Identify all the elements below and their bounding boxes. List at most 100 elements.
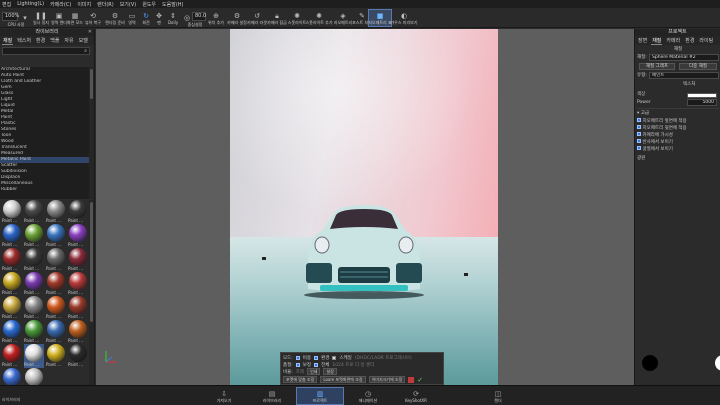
material-thumbnail[interactable]: Paint ... — [24, 272, 44, 296]
pan-button[interactable]: ✥ 팬 — [154, 9, 164, 27]
material-thumbnail[interactable]: Paint ... — [2, 200, 22, 224]
add-spotlight-button[interactable]: ✺ 스폿라이트 추가 — [305, 9, 332, 27]
gauss-preview-button[interactable]: ◐ 가우스 미리보기 — [390, 9, 417, 27]
library-search-input[interactable]: ⌕ — [2, 47, 90, 55]
tab-lighting[interactable]: 라이팅 — [698, 37, 714, 44]
close-icon[interactable]: ✕ — [88, 29, 92, 36]
fit-format-button[interactable]: 포맷에 맞춤 조정 — [283, 376, 318, 383]
material-thumbnail[interactable]: Paint ... — [2, 296, 22, 320]
scroll-thumb[interactable] — [90, 69, 93, 99]
material-thumbnail[interactable]: Paint ... — [24, 248, 44, 272]
category-scrollbar[interactable] — [89, 67, 94, 199]
menu-image[interactable]: 이미지 — [77, 1, 91, 8]
material-thumbnail[interactable]: Paint ... — [2, 272, 22, 296]
zoom-field[interactable]: 100% — [2, 12, 19, 21]
material-thumbnail[interactable]: Paint ... — [2, 248, 22, 272]
record-icon[interactable] — [408, 376, 415, 383]
fit-image-size-button[interactable]: 이미지크기에 조정 — [368, 376, 406, 383]
material-thumbnail[interactable]: Paint ... — [68, 296, 88, 320]
area-render-button[interactable]: ▣ 영역 렌더 — [51, 9, 67, 27]
option-refraction-visible[interactable]: 굴절에서 보이기 — [637, 146, 673, 153]
camera-reset-button[interactable]: ↺ 카메라 리셋 — [247, 9, 267, 27]
color-swatch[interactable] — [687, 93, 717, 98]
geometry-table-button[interactable]: ■ 지오메트리 표 — [368, 9, 392, 27]
rotate-button[interactable]: ↻ 회전 — [140, 9, 152, 27]
material-thumbnail[interactable]: Paint ... — [46, 224, 66, 248]
render-image[interactable] — [230, 29, 498, 385]
tab-camera[interactable]: 카메라 — [665, 37, 681, 44]
category-item[interactable]: Rubber — [0, 187, 89, 193]
menu-lighting[interactable]: Lighting(L) — [17, 1, 44, 7]
material-thumbnail[interactable]: Paint ... — [2, 344, 22, 368]
region-button[interactable]: ▭ 영역 — [126, 9, 138, 27]
option-reflection-visible[interactable]: 반사에서 보이기 — [637, 139, 673, 146]
scroll-thumb[interactable] — [90, 202, 93, 322]
print-button[interactable]: 인쇄 — [307, 368, 321, 375]
tab-models[interactable]: 모델 — [78, 37, 89, 44]
settings-button[interactable]: 설정 — [323, 368, 337, 375]
material-preview-white[interactable] — [715, 355, 720, 371]
tab-favorites[interactable]: 자유 — [63, 37, 74, 44]
scale-checkbox[interactable] — [332, 355, 337, 360]
tools-button[interactable]: ✎ 포스트 처리 — [352, 9, 372, 27]
material-graph-button[interactable]: 재질 그래프 — [639, 63, 675, 70]
tab-environment[interactable]: 환경 — [684, 37, 695, 44]
render-button[interactable]: ◫ 렌더 — [474, 387, 522, 405]
import-button[interactable]: ⇩ 가져오기 — [200, 387, 248, 405]
tab-material[interactable]: 재질 — [651, 37, 663, 45]
spotlight-button[interactable]: ✺ 스폿라이트 — [288, 9, 306, 27]
material-name-field[interactable]: Sphere Material #2 — [649, 54, 719, 61]
render-viewport[interactable]: 모드: 비용 환경 스케일 (DHDC/LADR 프로그레시브) 품질: 보정 … — [96, 29, 634, 385]
view-mode-button[interactable]: ▦ 화면 모드 — [67, 9, 83, 27]
menu-view[interactable]: 보기(V) — [120, 1, 137, 8]
option-back-face[interactable]: 지오메트리 뒷면에 적용 — [637, 125, 687, 132]
material-thumbnail[interactable]: Paint ... — [46, 320, 66, 344]
power-field[interactable]: 5000 — [687, 99, 717, 106]
menu-window[interactable]: 윈도우 — [142, 1, 156, 8]
material-thumbnail[interactable]: Paint ... — [24, 296, 44, 320]
cpu-usage[interactable]: CPU 사용 — [2, 21, 30, 28]
add-position-button[interactable]: ⊕ 위치 추가 — [208, 9, 224, 27]
library-button[interactable]: ▤ 라이브러리 — [248, 387, 296, 405]
tab-scene[interactable]: 장면 — [637, 37, 648, 44]
menu-render[interactable]: 랜더(R) — [97, 1, 114, 8]
material-thumbnail[interactable]: Paint ... — [68, 248, 88, 272]
correction-checkbox[interactable] — [295, 362, 300, 367]
material-thumbnail[interactable]: Paint ... — [68, 272, 88, 296]
camera-settings-button[interactable]: ⚙ 카메라 설정 — [227, 9, 247, 27]
material-scrollbar[interactable] — [89, 200, 94, 405]
pause-button[interactable]: ❚❚ 일시 정지 — [30, 9, 52, 27]
geometry-view-button[interactable]: ◈ 지오메트리 — [332, 9, 354, 27]
tab-textures[interactable]: 텍스처 — [16, 37, 32, 44]
material-thumbnail[interactable]: Paint ... — [46, 200, 66, 224]
project-button[interactable]: ▥ 프로젝트 — [296, 387, 344, 405]
material-thumbnail[interactable]: Paint ... — [24, 224, 44, 248]
texture-tab[interactable]: 텍스처 — [683, 81, 695, 88]
multi-material-button[interactable]: 다중 재질 — [679, 63, 717, 70]
menu-help[interactable]: 도움말(H) — [162, 1, 183, 8]
center-button[interactable]: 중심설정 — [186, 21, 204, 28]
tab-backplates[interactable]: 백플 — [49, 37, 60, 44]
camera-lock-button[interactable]: 🔒︎ 카메라 잠금 — [267, 9, 287, 27]
material-thumbnail[interactable]: Paint ... — [46, 248, 66, 272]
animation-button[interactable]: ◷ 애니메이션 — [344, 387, 392, 405]
car-model[interactable] — [300, 179, 428, 299]
option-front-face[interactable]: 지오메트리 앞면에 적용 — [637, 118, 687, 125]
option-camera-visible[interactable]: 카메라에 가시성 — [637, 132, 673, 139]
light-section[interactable]: 광원 — [637, 155, 645, 162]
tab-environments[interactable]: 환경 — [35, 37, 46, 44]
material-thumbnail[interactable]: Paint ... — [46, 344, 66, 368]
material-preview-black[interactable] — [642, 355, 658, 371]
restore-view-button[interactable]: ⟲ 뷰어 복구 — [84, 9, 102, 27]
material-thumbnail[interactable]: Paint ... — [24, 200, 44, 224]
confirm-icon[interactable]: ✓ — [417, 376, 423, 384]
material-thumbnail[interactable]: Paint ... — [24, 344, 44, 368]
type-dropdown[interactable]: 페인트 — [649, 72, 719, 79]
fit-screen-button[interactable]: Loam 포맷화면에 조정 — [320, 376, 366, 383]
dolly-button[interactable]: ⇕ Dolly — [166, 9, 180, 27]
fov-field[interactable]: 80.0 — [192, 12, 206, 21]
prepare-render-button[interactable]: ⚙ 렌더링 준비 — [105, 9, 125, 27]
material-thumbnail[interactable]: Paint ... — [68, 344, 88, 368]
material-thumbnail[interactable]: Paint ... — [24, 320, 44, 344]
material-thumbnail[interactable]: Paint ... — [68, 320, 88, 344]
